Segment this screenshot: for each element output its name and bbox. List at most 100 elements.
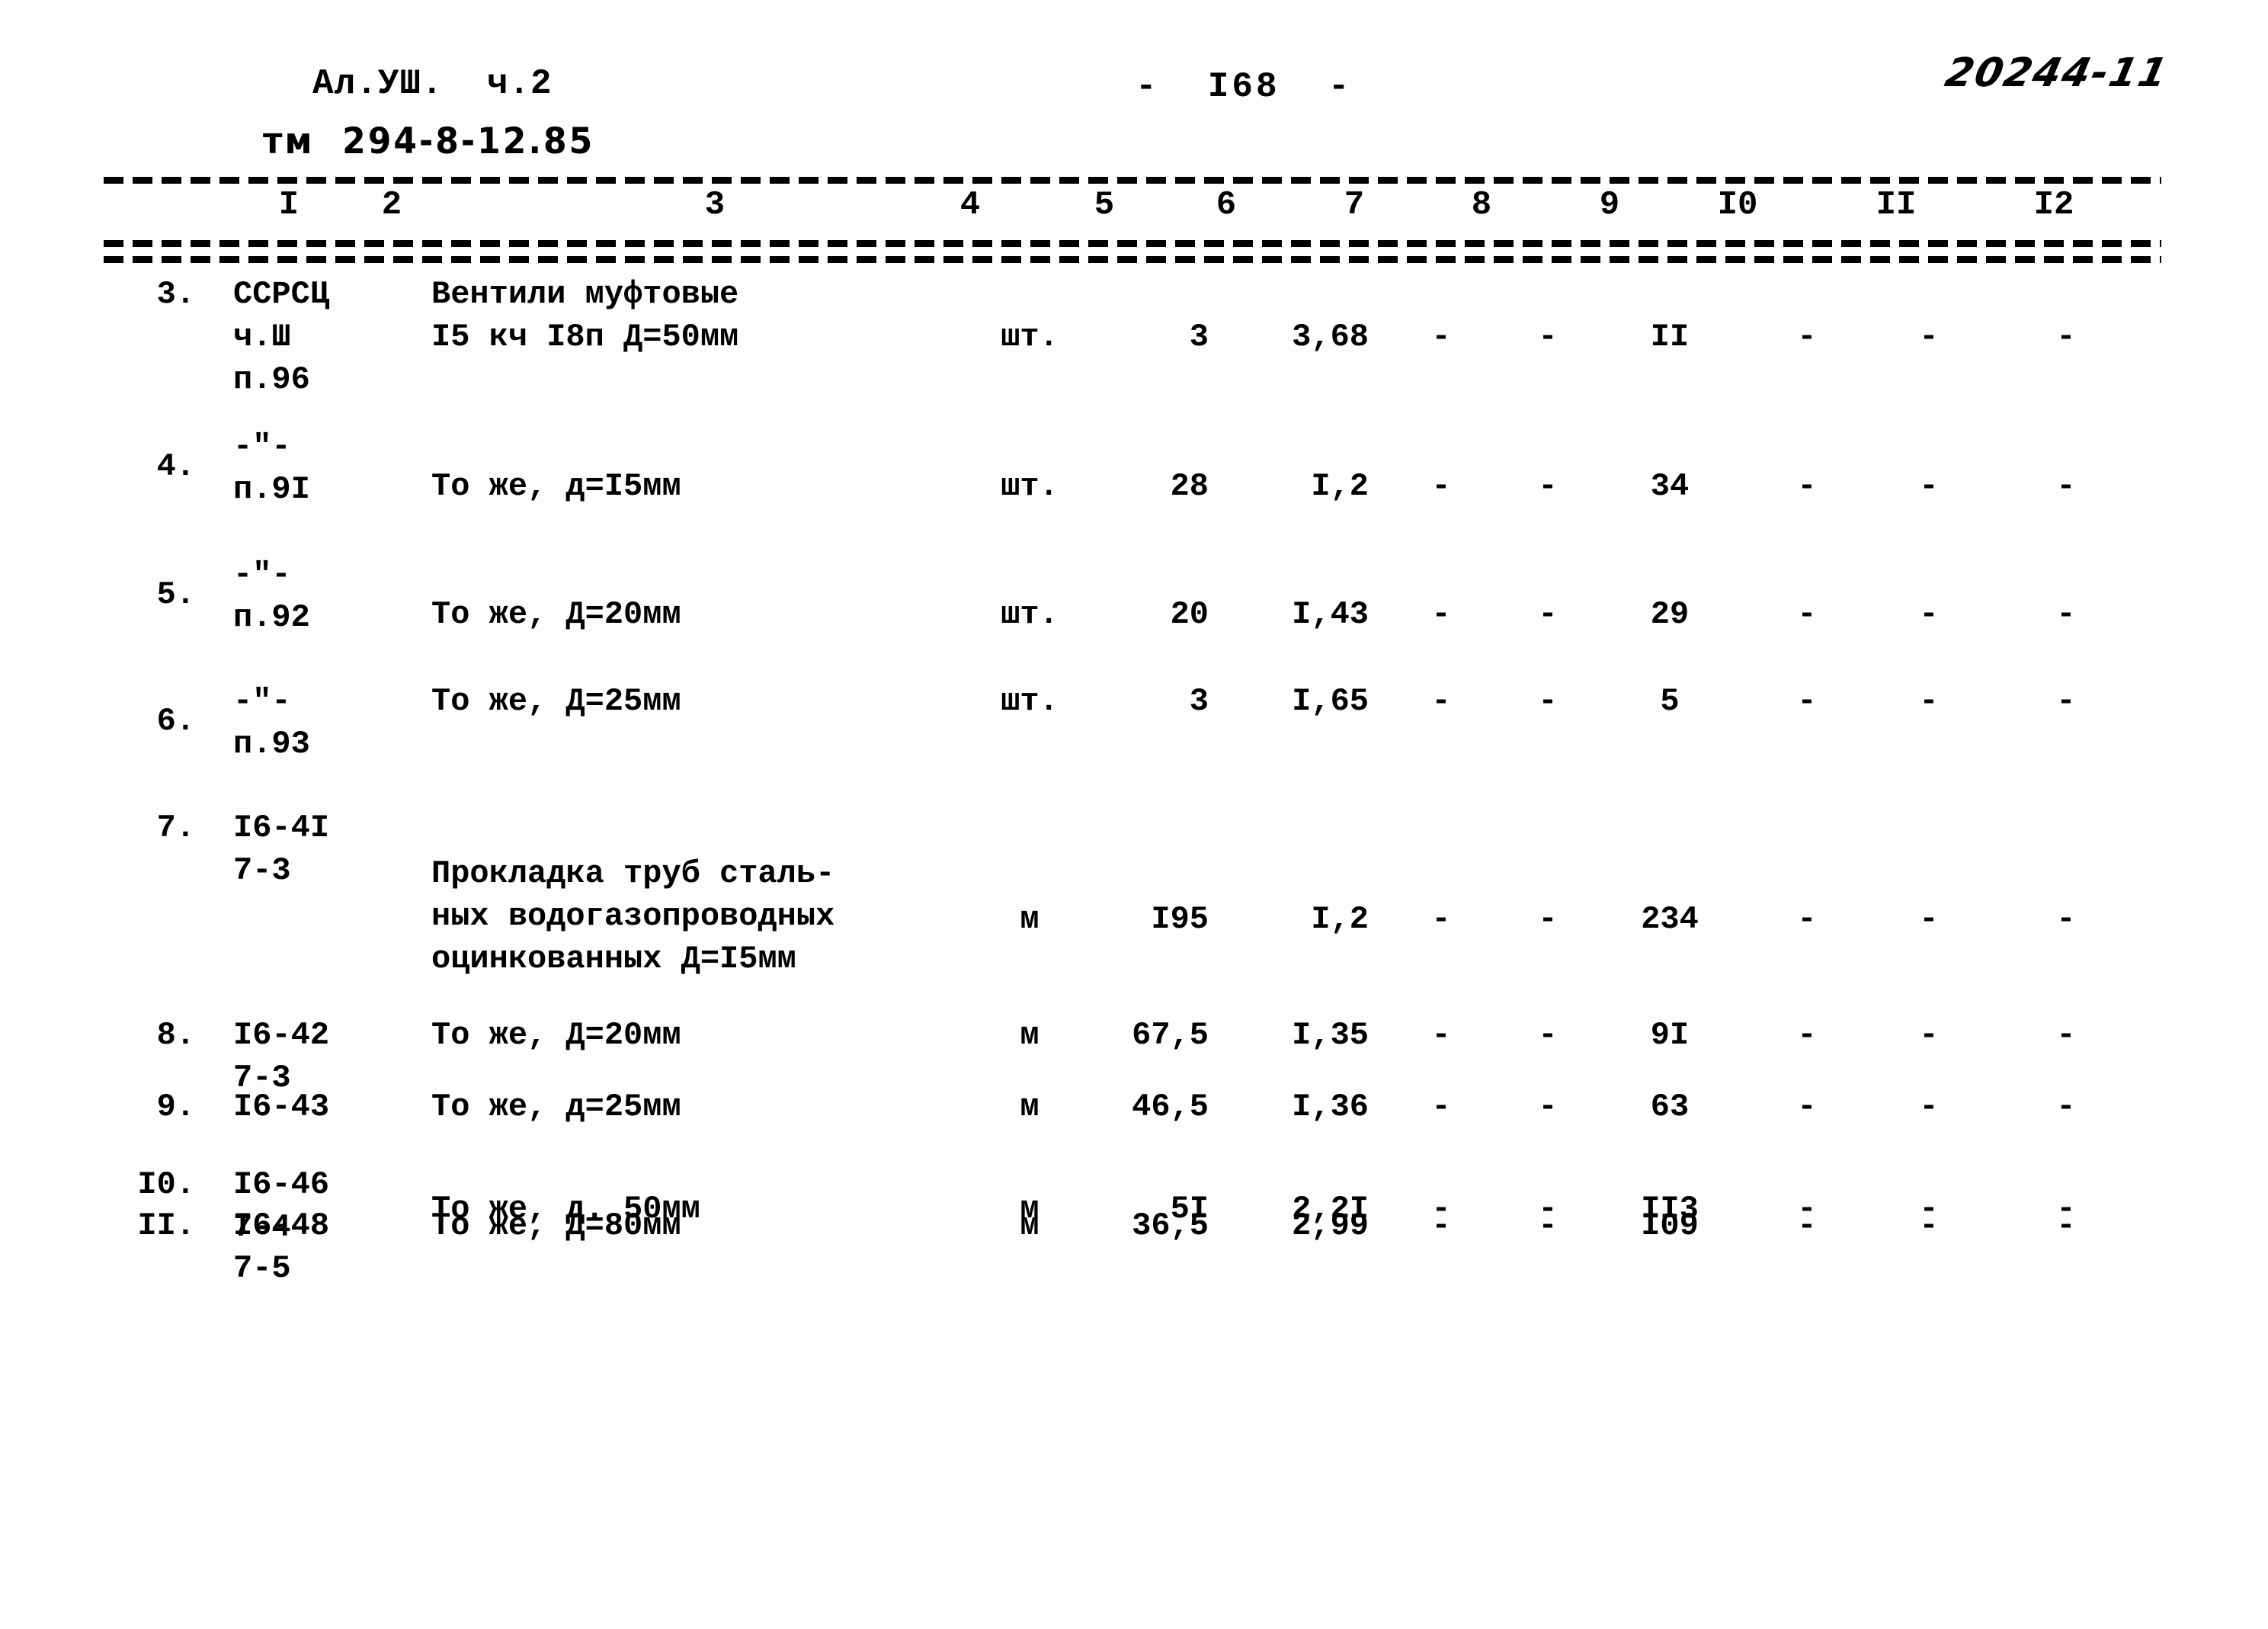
table-row: 3. ССРСЦ ч.Ш п.96 Вентили муфтовые I5 кч I… — [104, 273, 2161, 410]
col6-value: I,43 — [1292, 596, 1369, 633]
col9-value: 63 — [1650, 1089, 1690, 1125]
norm-code: I6-43 — [233, 1089, 330, 1125]
column-header-8: 8 — [1471, 186, 1492, 224]
col11-value: - — [1919, 901, 1939, 938]
col11-value: - — [1919, 1207, 1939, 1244]
table-row: 7. I6-4I 7-3 Прокладка труб сталь- ных вод… — [104, 806, 2161, 977]
col10-value: - — [1797, 596, 1817, 633]
table-row: 5. -"- п.92 То же, Д=20мм шт. 20 I,43 - - 29 - - - — [104, 553, 2161, 691]
col5-value: 3 — [1189, 683, 1209, 720]
col11-value: - — [1919, 468, 1939, 505]
work-description: То же, Д=80мм — [431, 1207, 681, 1244]
norm-code: -"- п.9I — [233, 428, 310, 508]
unit-value: м — [1020, 901, 1040, 938]
col8-value: - — [1538, 901, 1558, 938]
col11-value: - — [1919, 683, 1939, 720]
col11-value: - — [1919, 1017, 1939, 1053]
col6-value: I,2 — [1311, 901, 1369, 938]
col7-value: - — [1431, 468, 1451, 505]
work-description: Вентили муфтовые I5 кч I8п Д=50мм — [431, 276, 739, 355]
column-header-9: 9 — [1599, 186, 1620, 224]
row-number: 8. — [156, 1017, 195, 1053]
col10-value: - — [1797, 1089, 1817, 1125]
unit-value: м — [1020, 1089, 1040, 1125]
column-header-3: 3 — [704, 186, 726, 224]
col5-value: 46,5 — [1132, 1089, 1209, 1125]
row-number: 6. — [156, 703, 195, 739]
column-header-7: 7 — [1344, 186, 1365, 224]
unit-value: шт. — [1001, 468, 1059, 505]
table-column-header-row: I 2 3 4 5 6 7 8 9 I0 II I2 — [104, 186, 2161, 233]
col10-value: - — [1797, 683, 1817, 720]
document-page: Ал.УШ. ч.2 тм 294-8-12.85 - I68 - 20244-… — [0, 0, 2268, 1629]
row-number: II. — [137, 1207, 195, 1244]
col11-value: - — [1919, 596, 1939, 633]
col6-value: 2,99 — [1292, 1207, 1369, 1244]
col5-value: I95 — [1151, 901, 1209, 938]
col9-value: I09 — [1641, 1207, 1699, 1244]
col11-value: - — [1919, 1089, 1939, 1125]
archive-stamp-number: 20244-11 — [1941, 50, 2173, 96]
col8-value: - — [1538, 596, 1558, 633]
norm-code: I6-48 7-5 — [233, 1207, 330, 1287]
col12-value: - — [2056, 1017, 2076, 1053]
col5-value: 36,5 — [1132, 1207, 1209, 1244]
col12-value: - — [2056, 1207, 2076, 1244]
col7-value: - — [1431, 901, 1451, 938]
col6-value: I,65 — [1292, 683, 1369, 720]
col9-value: 29 — [1650, 596, 1690, 633]
column-header-5: 5 — [1094, 186, 1115, 224]
col7-value: - — [1431, 319, 1451, 355]
col11-value: - — [1919, 319, 1939, 355]
col9-value: 5 — [1660, 683, 1680, 720]
col6-value: I,35 — [1292, 1017, 1369, 1053]
col8-value: - — [1538, 468, 1558, 505]
col8-value: - — [1538, 683, 1558, 720]
handwritten-project-code: тм 294-8-12.85 — [263, 120, 595, 163]
table-row: 6. -"- п.93 То же, Д=25мм шт. 3 I,65 - - 5 - - - — [104, 680, 2161, 817]
album-reference: Ал.УШ. ч.2 — [312, 64, 553, 104]
col9-value: 9I — [1650, 1017, 1690, 1053]
table-row: 4. -"- п.9I То же, д=I5мм шт. 28 I,2 - - 34 - - - — [104, 425, 2161, 563]
col12-value: - — [2056, 319, 2076, 355]
col8-value: - — [1538, 1017, 1558, 1053]
col12-value: - — [2056, 901, 2076, 938]
col10-value: - — [1797, 901, 1817, 938]
work-description: Прокладка труб сталь- ных водогазопровод… — [431, 855, 835, 977]
column-header-4: 4 — [959, 186, 981, 224]
work-description: То же, Д=25мм — [431, 683, 681, 720]
col8-value: - — [1538, 1207, 1558, 1244]
table-row: II. I6-48 7-5 То же, Д=80мм м 36,5 2,99 - - I09 -… — [104, 1204, 2161, 1342]
col7-value: - — [1431, 1207, 1451, 1244]
col7-value: - — [1431, 1089, 1451, 1125]
work-description: То же, д=25мм — [431, 1089, 681, 1125]
column-header-II: II — [1876, 186, 1917, 224]
col7-value: - — [1431, 683, 1451, 720]
row-number: I0. — [137, 1166, 195, 1203]
col5-value: 28 — [1170, 468, 1209, 505]
column-header-2: 2 — [381, 186, 402, 224]
col5-value: 3 — [1189, 319, 1209, 355]
col12-value: - — [2056, 1089, 2076, 1125]
col10-value: - — [1797, 1017, 1817, 1053]
col10-value: - — [1797, 319, 1817, 355]
work-description: То же, д=I5мм — [431, 468, 681, 505]
work-description: То же, Д=20мм — [431, 596, 681, 633]
norm-code: I6-4I 7-3 — [233, 810, 330, 889]
col12-value: - — [2056, 468, 2076, 505]
column-header-I: I — [278, 186, 300, 224]
column-header-6: 6 — [1216, 186, 1237, 224]
unit-value: шт. — [1001, 683, 1059, 720]
unit-value: шт. — [1001, 596, 1059, 633]
col10-value: - — [1797, 1207, 1817, 1244]
specification-table: I 2 3 4 5 6 7 8 9 I0 II I2 3. ССРСЦ ч.Ш п.96 Вентили … — [104, 186, 2161, 1287]
col8-value: - — [1538, 319, 1558, 355]
norm-code: -"- п.93 — [233, 683, 310, 762]
page-number: - I68 - — [1136, 67, 1353, 107]
col8-value: - — [1538, 1089, 1558, 1125]
row-number: 5. — [156, 576, 195, 613]
col6-value: 3,68 — [1292, 319, 1369, 355]
col6-value: I,2 — [1311, 468, 1369, 505]
table-top-rule — [104, 177, 2161, 184]
row-number: 7. — [156, 810, 195, 846]
